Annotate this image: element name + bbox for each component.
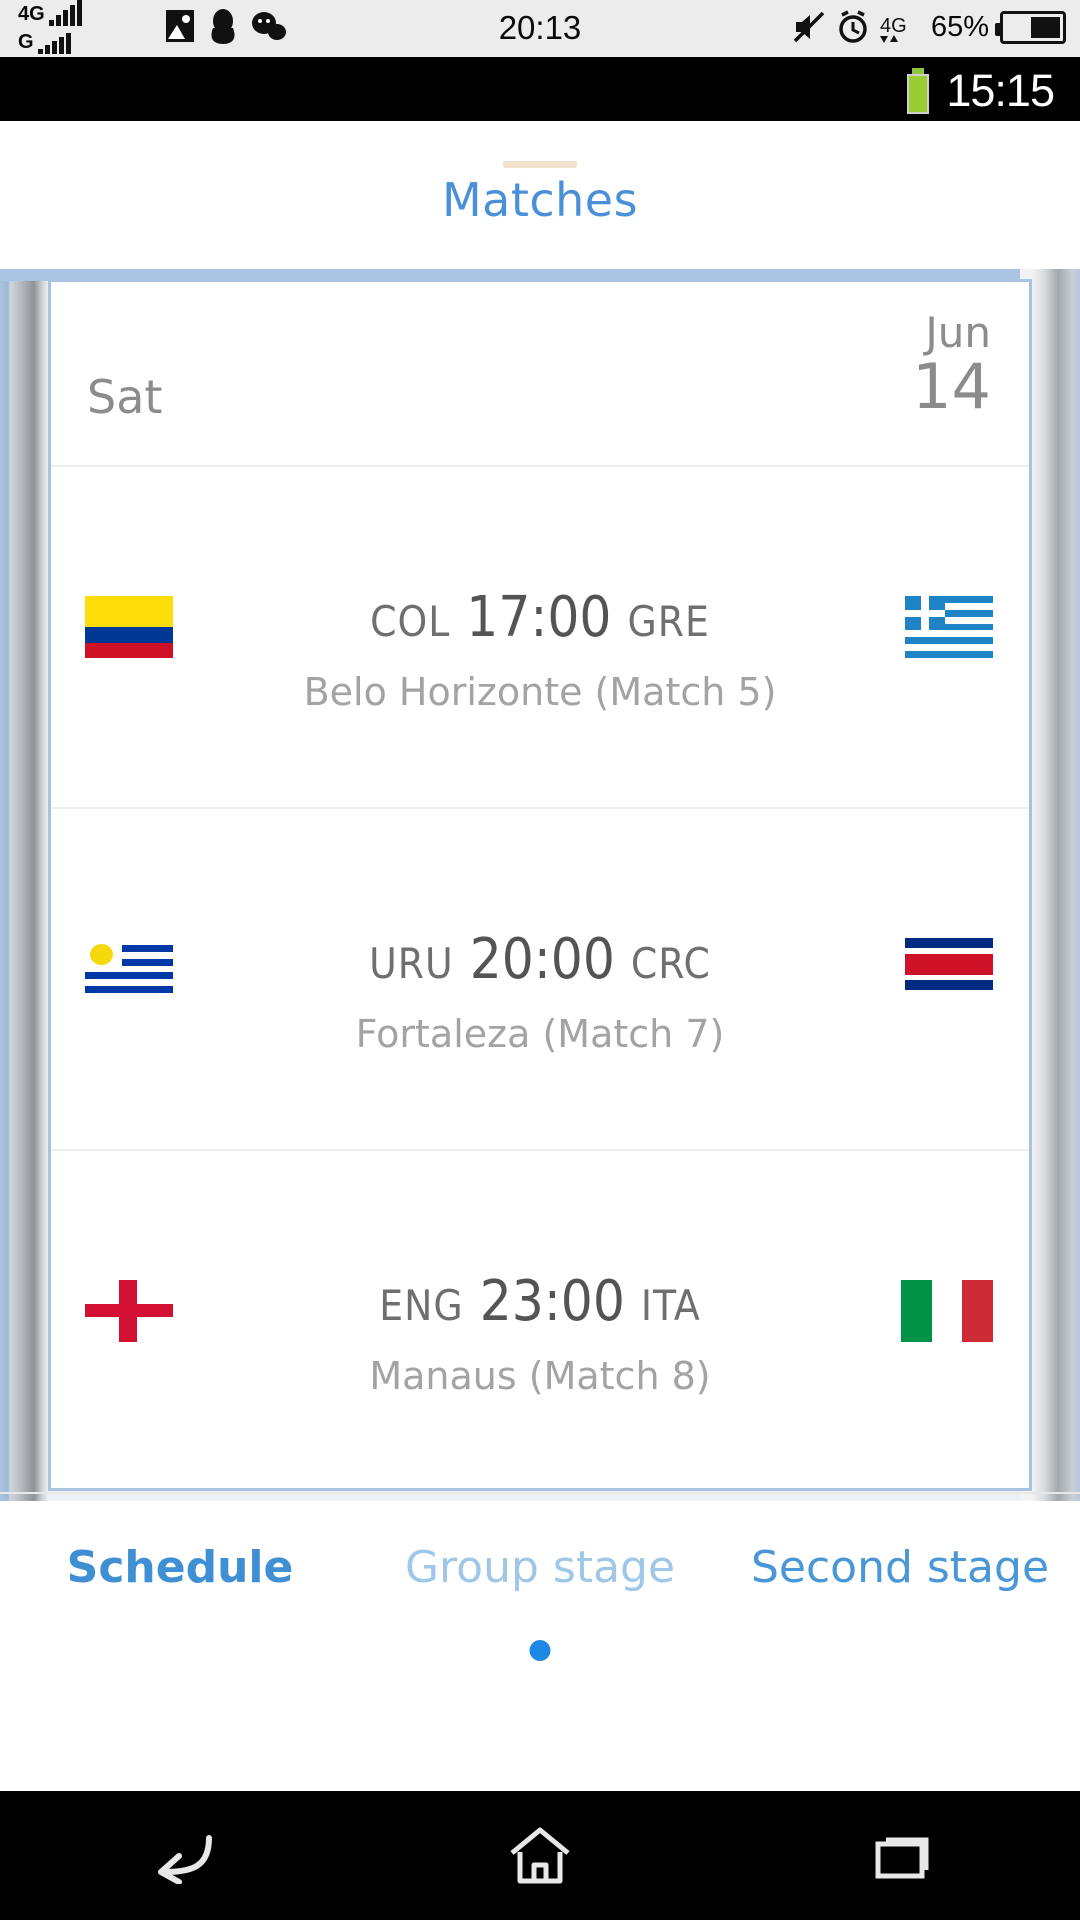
back-icon[interactable] <box>120 1811 240 1901</box>
away-team-code: GRE <box>627 597 710 646</box>
battery-icon <box>995 10 1066 44</box>
match-time: 20:00 <box>469 927 615 992</box>
match-time: 23:00 <box>479 1269 625 1334</box>
date-month-day: Jun 14 <box>912 308 991 423</box>
tab-second-stage[interactable]: Second stage <box>720 1542 1080 1593</box>
match-summary: ENG 23:00 ITA <box>51 1269 1029 1334</box>
match-row[interactable]: URU 20:00 CRC Fortaleza (Match 7) <box>51 809 1029 1151</box>
match-venue: Manaus (Match 8) <box>369 1354 711 1398</box>
home-team-code: ENG <box>379 1281 464 1330</box>
date-month: Jun <box>925 308 991 357</box>
battery-percent-label: 65% <box>930 10 989 43</box>
os-status-right-group: 4G 65% <box>792 10 1066 44</box>
os-status-bar: 4G G 20:13 4G 65% <box>0 0 1080 57</box>
svg-text:4G: 4G <box>880 15 907 37</box>
date-header: Sat Jun 14 <box>51 282 1029 467</box>
app-clock: 15:15 <box>946 65 1055 116</box>
home-icon[interactable] <box>480 1811 600 1901</box>
italy-flag-icon <box>901 1280 993 1342</box>
match-list-frame: Sat Jun 14 COL 17:00 GRE Belo Horizonte (M… <box>0 269 1080 1501</box>
match-row[interactable]: ENG 23:00 ITA Manaus (Match 8) <box>51 1151 1029 1493</box>
match-summary: COL 17:00 GRE <box>51 585 1029 650</box>
app-status-right-group: 15:15 <box>905 65 1055 117</box>
mute-icon <box>792 10 826 44</box>
battery-full-green-icon <box>905 68 932 114</box>
match-venue: Belo Horizonte (Match 5) <box>303 670 777 714</box>
bottom-tab-bar: Schedule Group stage Second stage <box>0 1501 1080 1633</box>
alarm-clock-icon <box>837 10 869 44</box>
match-venue: Fortaleza (Match 7) <box>355 1012 725 1056</box>
data-transfer-4g-icon: 4G <box>879 10 920 44</box>
app-status-bar: 15:15 <box>0 57 1080 121</box>
page-indicator-dot <box>529 1640 551 1661</box>
tab-group-stage[interactable]: Group stage <box>360 1542 720 1593</box>
away-team-code: ITA <box>640 1281 701 1330</box>
app-header: Matches <box>0 121 1080 269</box>
match-list-card[interactable]: Sat Jun 14 COL 17:00 GRE Belo Horizonte (M… <box>48 279 1032 1491</box>
match-time: 17:00 <box>466 585 612 650</box>
match-summary: URU 20:00 CRC <box>51 927 1029 992</box>
app-container: Matches Sat Jun 14 COL 17:00 GRE Belo Ho… <box>0 121 1080 1791</box>
tab-schedule[interactable]: Schedule <box>0 1542 360 1593</box>
android-nav-bar <box>0 1791 1080 1920</box>
home-team-code: COL <box>370 597 451 646</box>
costa-rica-flag-icon <box>905 938 993 1000</box>
date-day-number: 14 <box>912 349 991 423</box>
match-row[interactable]: COL 17:00 GRE Belo Horizonte (Match 5) <box>51 467 1029 809</box>
greece-flag-icon <box>905 596 993 658</box>
title-accent-mark-icon <box>503 161 577 168</box>
page-title: Matches <box>441 173 639 227</box>
recents-icon[interactable] <box>840 1811 960 1901</box>
away-team-code: CRC <box>630 939 711 988</box>
home-team-code: URU <box>369 939 454 988</box>
date-day-of-week: Sat <box>87 370 163 424</box>
